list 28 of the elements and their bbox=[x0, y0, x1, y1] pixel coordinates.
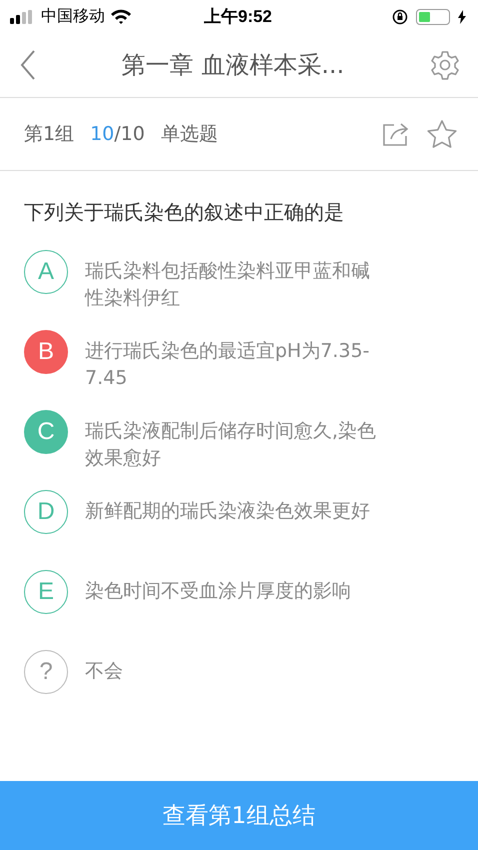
option-text[interactable]: 不会 bbox=[85, 650, 377, 685]
option-letter[interactable]: B bbox=[24, 330, 68, 374]
star-icon[interactable] bbox=[426, 119, 458, 149]
option-letter[interactable]: D bbox=[24, 490, 68, 534]
option-text[interactable]: 新鲜配期的瑞氏染液染色效果更好 bbox=[85, 490, 377, 525]
option-letter[interactable]: E bbox=[24, 570, 68, 614]
summary-button[interactable]: 查看第1组总结 bbox=[0, 781, 478, 850]
option-letter[interactable]: C bbox=[24, 410, 68, 454]
settings-icon[interactable] bbox=[430, 50, 460, 80]
option-letter[interactable]: ? bbox=[24, 650, 68, 694]
carrier-name: 中国移动 bbox=[41, 6, 105, 27]
share-icon[interactable] bbox=[382, 121, 410, 147]
battery-icon bbox=[416, 8, 450, 24]
question-type: 单选题 bbox=[160, 122, 218, 147]
chapter-title: 第一章 血液样本采... bbox=[120, 50, 346, 81]
option-text[interactable]: 瑞氏染料包括酸性染料亚甲蓝和碱性染料伊红 bbox=[85, 250, 377, 312]
question-text: 下列关于瑞氏染色的叙述中正确的是 bbox=[23, 199, 345, 226]
question-counter: 10/10 bbox=[90, 123, 145, 145]
option-text[interactable]: 进行瑞氏染色的最适宜pH为7.35-7.45 bbox=[85, 330, 377, 392]
group-label: 第1组 bbox=[24, 122, 74, 147]
wifi-icon bbox=[110, 8, 132, 24]
rotation-lock-icon bbox=[392, 8, 408, 24]
option-text[interactable]: 染色时间不受血涂片厚度的影响 bbox=[85, 570, 377, 605]
status-time: 上午9:52 bbox=[204, 6, 272, 28]
charging-icon bbox=[458, 10, 466, 24]
option-letter[interactable]: A bbox=[24, 250, 68, 294]
back-icon[interactable] bbox=[20, 50, 36, 80]
option-text[interactable]: 瑞氏染液配制后储存时间愈久,染色效果愈好 bbox=[85, 410, 377, 472]
